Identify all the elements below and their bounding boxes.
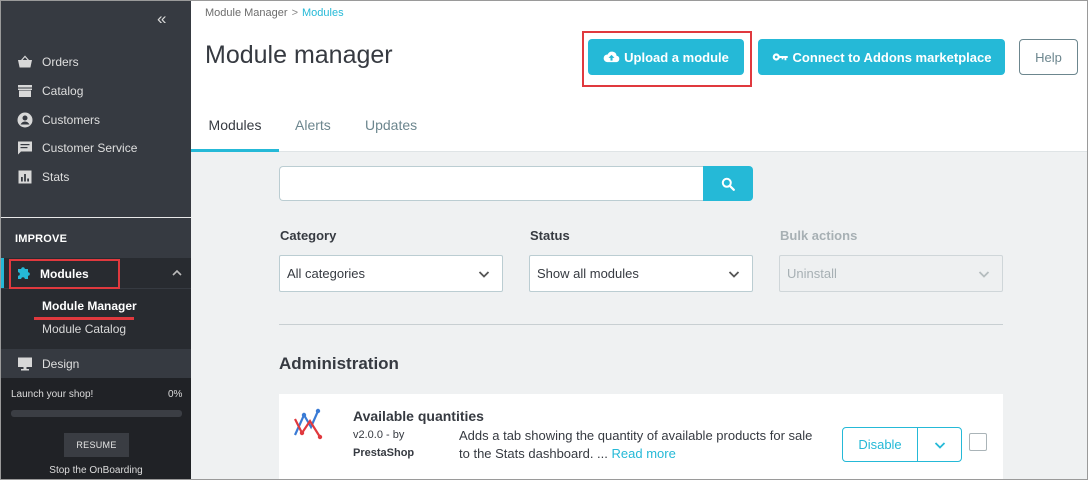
tab-alerts[interactable]: Alerts — [295, 98, 331, 152]
cloud-upload-icon — [603, 51, 620, 63]
chat-icon — [16, 139, 34, 157]
sidebar-item-label: Modules — [40, 267, 89, 281]
status-label: Status — [530, 228, 570, 243]
chevron-down-icon — [978, 268, 990, 280]
search-button[interactable] — [703, 166, 753, 201]
sidebar-item-stats[interactable]: Stats — [1, 163, 191, 192]
disable-button[interactable]: Disable — [842, 427, 918, 462]
sidebar-item-label: Design — [42, 357, 80, 371]
tab-bar: Modules Alerts Updates — [191, 98, 1087, 152]
sidebar-item-label: Catalog — [42, 84, 84, 99]
onboarding-label: Launch your shop! — [11, 389, 94, 400]
module-logo-icon — [292, 405, 328, 441]
module-description: Adds a tab showing the quantity of avail… — [459, 427, 819, 463]
module-author: PrestaShop — [353, 447, 415, 459]
status-select-value: Show all modules — [537, 266, 639, 281]
tab-updates[interactable]: Updates — [365, 98, 419, 152]
sidebar-item-catalog[interactable]: Catalog — [1, 77, 191, 106]
sidebar-item-customers[interactable]: Customers — [1, 105, 191, 134]
onboarding-percent: 0% — [168, 389, 183, 400]
bulk-actions-label: Bulk actions — [780, 228, 858, 243]
chevron-down-icon — [478, 268, 490, 280]
search-input[interactable] — [279, 166, 703, 201]
monitor-icon — [16, 355, 34, 373]
section-divider — [279, 324, 1003, 325]
read-more-link[interactable]: Read more — [612, 446, 676, 461]
sidebar-item-label: Stats — [42, 170, 70, 185]
sidebar-divider — [1, 217, 191, 218]
page-title: Module manager — [205, 41, 393, 69]
sidebar-nav: Orders Catalog Customers Customer Servic… — [1, 48, 191, 191]
stop-onboarding-link[interactable]: Stop the OnBoarding — [1, 465, 191, 476]
breadcrumb: Module Manager > Modules — [205, 7, 344, 19]
module-version: v2.0.0 - by — [353, 429, 405, 441]
module-select-checkbox[interactable] — [969, 433, 987, 451]
account-icon — [16, 111, 34, 129]
help-button[interactable]: Help — [1019, 39, 1078, 75]
bulk-actions-select-value: Uninstall — [787, 266, 837, 281]
sidebar-item-label: Customer Service — [42, 141, 138, 156]
sidebar-item-orders[interactable]: Orders — [1, 48, 191, 77]
sidebar-item-design[interactable]: Design — [1, 350, 191, 378]
onboarding-progress-bar — [11, 410, 182, 417]
bar-chart-icon — [16, 168, 34, 186]
resume-button[interactable]: RESUME — [64, 433, 129, 457]
category-select[interactable]: All categories — [279, 255, 503, 292]
chevron-down-icon — [728, 268, 740, 280]
active-indicator — [1, 258, 4, 288]
tab-modules[interactable]: Modules — [191, 98, 279, 152]
breadcrumb-parent[interactable]: Module Manager — [205, 7, 288, 19]
app-window: « Orders Catalog Customers Customer Serv… — [0, 0, 1088, 480]
module-actions-dropdown[interactable] — [917, 427, 962, 462]
connect-addons-button[interactable]: Connect to Addons marketplace — [758, 39, 1005, 75]
sidebar-item-label: Customers — [42, 112, 101, 127]
category-select-value: All categories — [287, 266, 366, 281]
breadcrumb-current[interactable]: Modules — [302, 7, 344, 19]
status-select[interactable]: Show all modules — [529, 255, 753, 292]
chevron-up-icon[interactable] — [172, 266, 182, 276]
basket-icon — [16, 53, 34, 71]
module-name[interactable]: Available quantities — [353, 408, 484, 424]
sidebar-item-label: Orders — [42, 55, 79, 70]
search-icon — [721, 177, 735, 191]
breadcrumb-separator: > — [291, 7, 298, 19]
submenu-item-module-catalog[interactable]: Module Catalog — [42, 322, 126, 336]
connect-addons-label: Connect to Addons marketplace — [792, 49, 992, 65]
category-label: Category — [280, 228, 337, 243]
section-title: Administration — [279, 354, 399, 373]
upload-module-label: Upload a module — [624, 49, 729, 65]
key-icon — [772, 53, 788, 61]
puzzle-icon — [16, 265, 32, 284]
chevron-down-icon — [934, 441, 945, 449]
sidebar-item-customer-service[interactable]: Customer Service — [1, 134, 191, 163]
store-icon — [16, 82, 34, 100]
collapse-sidebar-icon[interactable]: « — [157, 9, 166, 29]
sidebar-section-improve: IMPROVE — [15, 233, 68, 245]
active-underline — [34, 317, 134, 320]
upload-module-button[interactable]: Upload a module — [588, 39, 744, 75]
bulk-actions-select[interactable]: Uninstall — [779, 255, 1003, 292]
sidebar-item-modules[interactable]: Modules — [9, 259, 120, 289]
submenu-item-module-manager[interactable]: Module Manager — [42, 299, 137, 313]
